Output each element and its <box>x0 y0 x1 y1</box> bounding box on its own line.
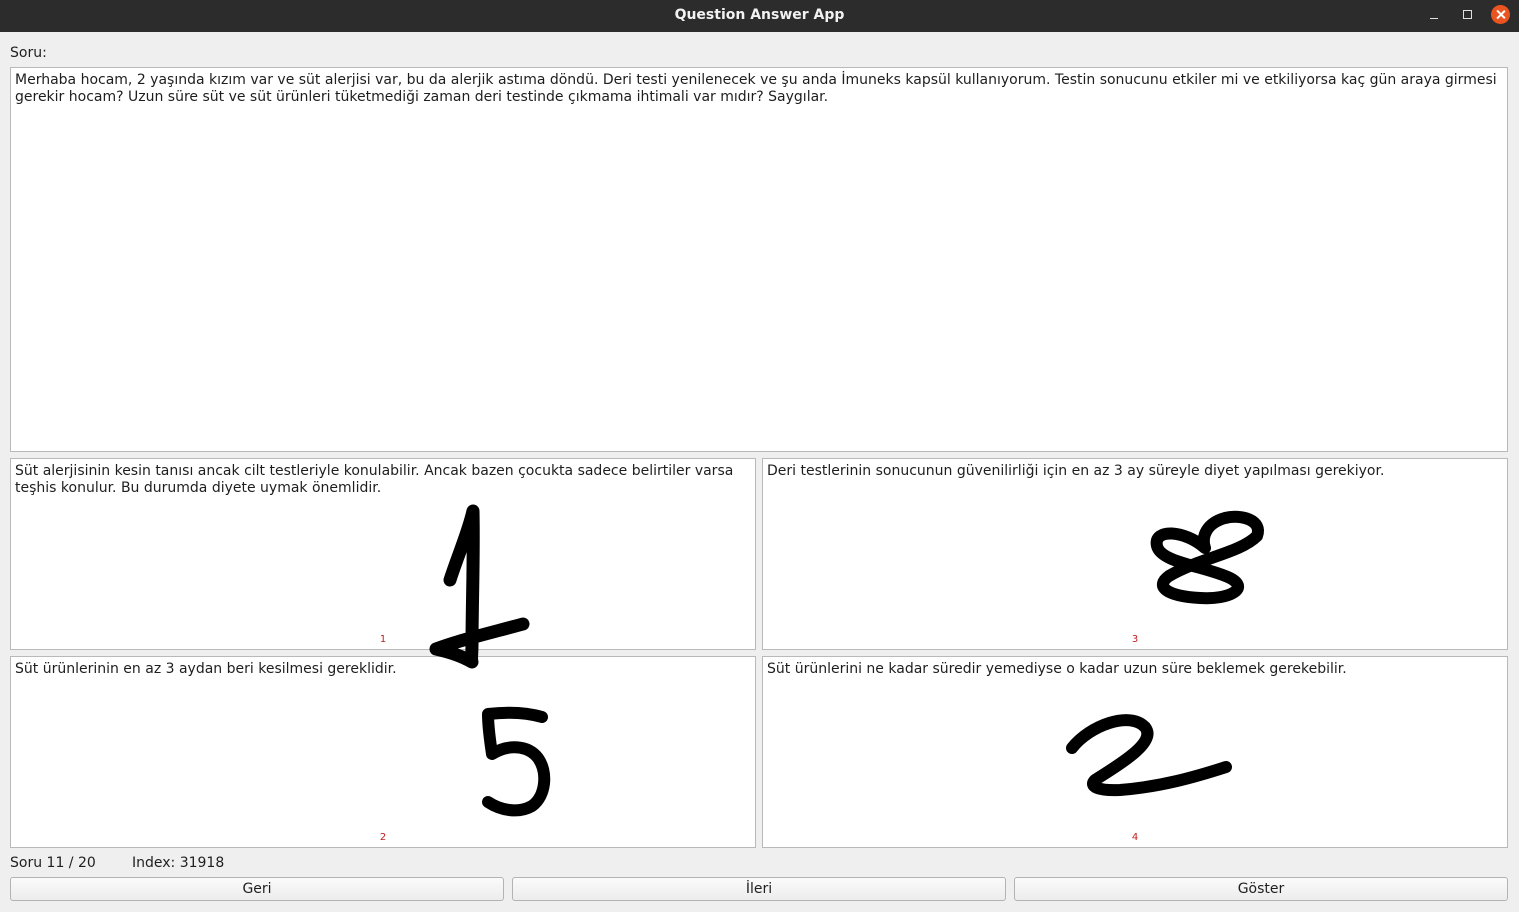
question-progress: Soru 11 / 20 <box>10 855 96 871</box>
title-bar: Question Answer App <box>0 0 1519 32</box>
minimize-icon[interactable] <box>1424 6 1444 26</box>
question-label: Soru: <box>10 45 47 61</box>
question-text: Merhaba hocam, 2 yaşında kızım var ve sü… <box>15 72 1497 105</box>
answer-panel-2[interactable]: Süt ürünlerinin en az 3 aydan beri kesil… <box>10 656 756 848</box>
question-text-area[interactable]: Merhaba hocam, 2 yaşında kızım var ve sü… <box>10 67 1508 452</box>
answer-panel-1[interactable]: Süt alerjisinin kesin tanısı ancak cilt … <box>10 458 756 650</box>
answer-text: Süt ürünlerinin en az 3 aydan beri kesil… <box>15 661 397 677</box>
answer-text: Süt ürünlerini ne kadar süredir yemediys… <box>767 661 1347 677</box>
answer-number: 1 <box>379 634 387 645</box>
back-button[interactable]: Geri <box>10 877 504 901</box>
next-button[interactable]: İleri <box>512 877 1006 901</box>
answer-text: Deri testlerinin sonucunun güvenilirliği… <box>767 463 1385 479</box>
answer-panel-3[interactable]: Deri testlerinin sonucunun güvenilirliği… <box>762 458 1508 650</box>
answer-number: 4 <box>1131 832 1139 843</box>
answer-text: Süt alerjisinin kesin tanısı ancak cilt … <box>15 463 734 496</box>
answer-number: 3 <box>1131 634 1139 645</box>
maximize-icon[interactable] <box>1457 6 1477 26</box>
window-title: Question Answer App <box>674 7 845 23</box>
close-icon[interactable] <box>1491 5 1510 24</box>
show-button[interactable]: Göster <box>1014 877 1508 901</box>
answer-panel-4[interactable]: Süt ürünlerini ne kadar süredir yemediys… <box>762 656 1508 848</box>
index-label: Index: 31918 <box>132 855 225 871</box>
answer-number: 2 <box>379 832 387 843</box>
